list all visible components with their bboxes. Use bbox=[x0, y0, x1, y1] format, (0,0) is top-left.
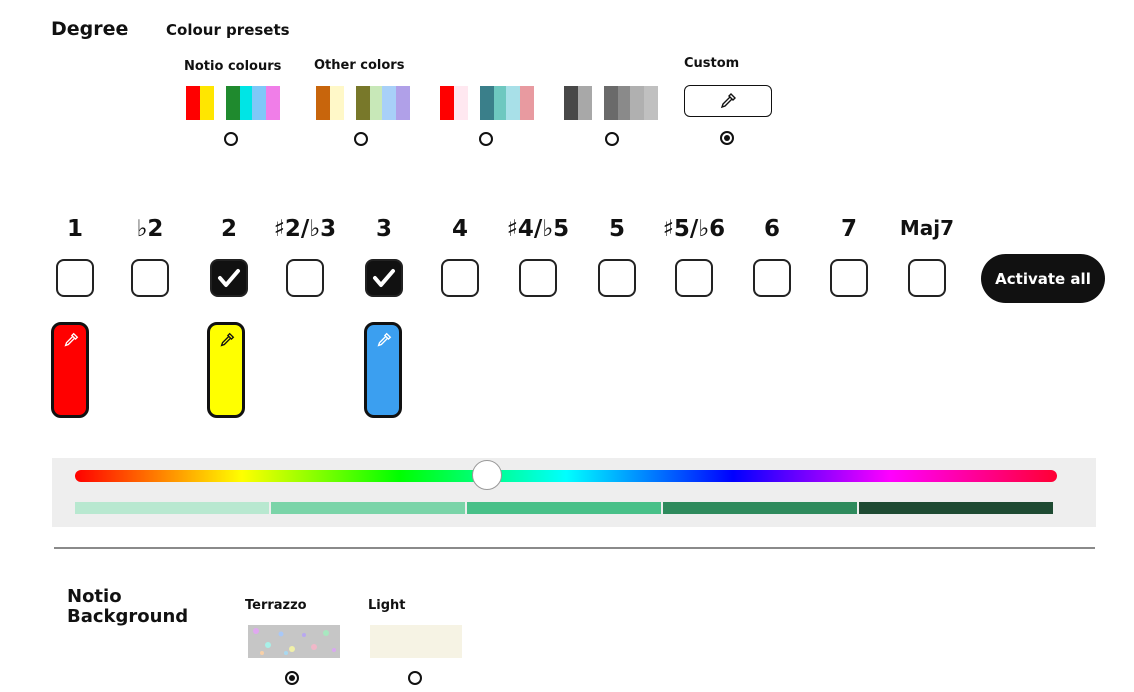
degree-checkbox[interactable] bbox=[210, 259, 248, 297]
checkmark-icon bbox=[218, 269, 240, 287]
preset-swatch bbox=[252, 86, 266, 120]
preset-swatch-group-4[interactable] bbox=[564, 86, 658, 120]
terrazzo-pattern bbox=[248, 625, 340, 658]
degree-checkbox[interactable] bbox=[441, 259, 479, 297]
degree-label: 5 bbox=[608, 216, 625, 242]
degree-label: 3 bbox=[375, 216, 392, 242]
activate-all-button[interactable]: Activate all bbox=[981, 254, 1105, 303]
degree-color-swatch[interactable] bbox=[364, 322, 402, 418]
shade-swatch[interactable] bbox=[467, 502, 661, 514]
shade-swatch[interactable] bbox=[663, 502, 857, 514]
degree-color-swatch[interactable] bbox=[207, 322, 245, 418]
eyedropper-icon bbox=[64, 332, 79, 347]
degree-label: ♯4/♭5 bbox=[506, 216, 570, 242]
preset-swatch bbox=[396, 86, 410, 120]
preset-swatch bbox=[644, 86, 658, 120]
degree-label: ♯5/♭6 bbox=[662, 216, 726, 242]
degree-label: 6 bbox=[763, 216, 780, 242]
preset-radio-3[interactable] bbox=[479, 132, 493, 146]
custom-preset-label: Custom bbox=[684, 56, 740, 71]
shade-swatch[interactable] bbox=[271, 502, 465, 514]
preset-swatch bbox=[480, 86, 494, 120]
degree-checkbox[interactable] bbox=[365, 259, 403, 297]
custom-color-button[interactable] bbox=[684, 85, 772, 117]
checkmark-icon bbox=[373, 269, 395, 287]
preset-swatch bbox=[356, 86, 370, 120]
degree-checkbox[interactable] bbox=[519, 259, 557, 297]
preset-swatch bbox=[186, 86, 200, 120]
light-radio[interactable] bbox=[408, 671, 422, 685]
preset-swatch bbox=[382, 86, 396, 120]
preset-radio-4[interactable] bbox=[605, 132, 619, 146]
preset-swatch bbox=[316, 86, 330, 120]
preset-swatch bbox=[506, 86, 520, 120]
custom-preset-radio[interactable] bbox=[720, 131, 734, 145]
preset-swatch bbox=[200, 86, 214, 120]
preset-radio-1[interactable] bbox=[224, 132, 238, 146]
preset-swatch bbox=[520, 86, 534, 120]
eyedropper-icon bbox=[377, 332, 392, 347]
preset-swatch bbox=[468, 86, 480, 120]
notio-background-title-line2: Background bbox=[67, 606, 189, 627]
light-label: Light bbox=[368, 598, 406, 613]
degree-checkbox[interactable] bbox=[753, 259, 791, 297]
preset-swatch-group-1[interactable] bbox=[186, 86, 280, 120]
notio-colours-label: Notio colours bbox=[184, 59, 282, 74]
degree-checkbox[interactable] bbox=[830, 259, 868, 297]
degree-label: 4 bbox=[451, 216, 468, 242]
degree-label: 1 bbox=[66, 216, 83, 242]
preset-swatch bbox=[440, 86, 454, 120]
degree-color-swatch[interactable] bbox=[51, 322, 89, 418]
degree-label: ♭2 bbox=[136, 216, 164, 242]
terrazzo-radio[interactable] bbox=[285, 671, 299, 685]
shade-swatch[interactable] bbox=[859, 502, 1053, 514]
preset-swatch bbox=[604, 86, 618, 120]
degree-checkbox[interactable] bbox=[598, 259, 636, 297]
degree-label: Maj7 bbox=[899, 216, 955, 240]
degree-title: Degree bbox=[51, 18, 129, 40]
preset-radio-2[interactable] bbox=[354, 132, 368, 146]
notio-background-title: Notio Background bbox=[67, 587, 188, 627]
section-divider bbox=[54, 547, 1095, 549]
degree-label: 7 bbox=[840, 216, 857, 242]
terrazzo-label: Terrazzo bbox=[245, 598, 307, 613]
color-picker-panel bbox=[52, 458, 1096, 527]
degree-checkbox[interactable] bbox=[286, 259, 324, 297]
degree-checkbox[interactable] bbox=[908, 259, 946, 297]
eyedropper-icon bbox=[720, 93, 736, 109]
preset-swatch bbox=[494, 86, 506, 120]
notio-background-title-line1: Notio bbox=[67, 586, 122, 607]
degree-label: 2 bbox=[220, 216, 237, 242]
preset-swatch bbox=[578, 86, 592, 120]
preset-swatch-group-3[interactable] bbox=[440, 86, 534, 120]
light-background-tile[interactable] bbox=[370, 625, 462, 658]
preset-swatch bbox=[618, 86, 630, 120]
preset-swatch bbox=[226, 86, 240, 120]
preset-swatch bbox=[592, 86, 604, 120]
preset-swatch bbox=[214, 86, 226, 120]
eyedropper-icon bbox=[220, 332, 235, 347]
hue-slider-track[interactable] bbox=[75, 470, 1057, 482]
degree-label: ♯2/♭3 bbox=[273, 216, 337, 242]
preset-swatch bbox=[240, 86, 252, 120]
preset-swatch bbox=[454, 86, 468, 120]
preset-swatch bbox=[630, 86, 644, 120]
preset-swatch bbox=[370, 86, 382, 120]
preset-swatch-group-2[interactable] bbox=[316, 86, 410, 120]
degree-checkbox[interactable] bbox=[675, 259, 713, 297]
degree-checkbox[interactable] bbox=[131, 259, 169, 297]
preset-swatch bbox=[266, 86, 280, 120]
preset-swatch bbox=[330, 86, 344, 120]
terrazzo-background-tile[interactable] bbox=[248, 625, 340, 658]
preset-swatch bbox=[344, 86, 356, 120]
other-colors-label: Other colors bbox=[314, 58, 405, 73]
degree-checkbox[interactable] bbox=[56, 259, 94, 297]
preset-swatch bbox=[564, 86, 578, 120]
colour-presets-title: Colour presets bbox=[166, 21, 290, 39]
shade-swatch[interactable] bbox=[75, 502, 269, 514]
